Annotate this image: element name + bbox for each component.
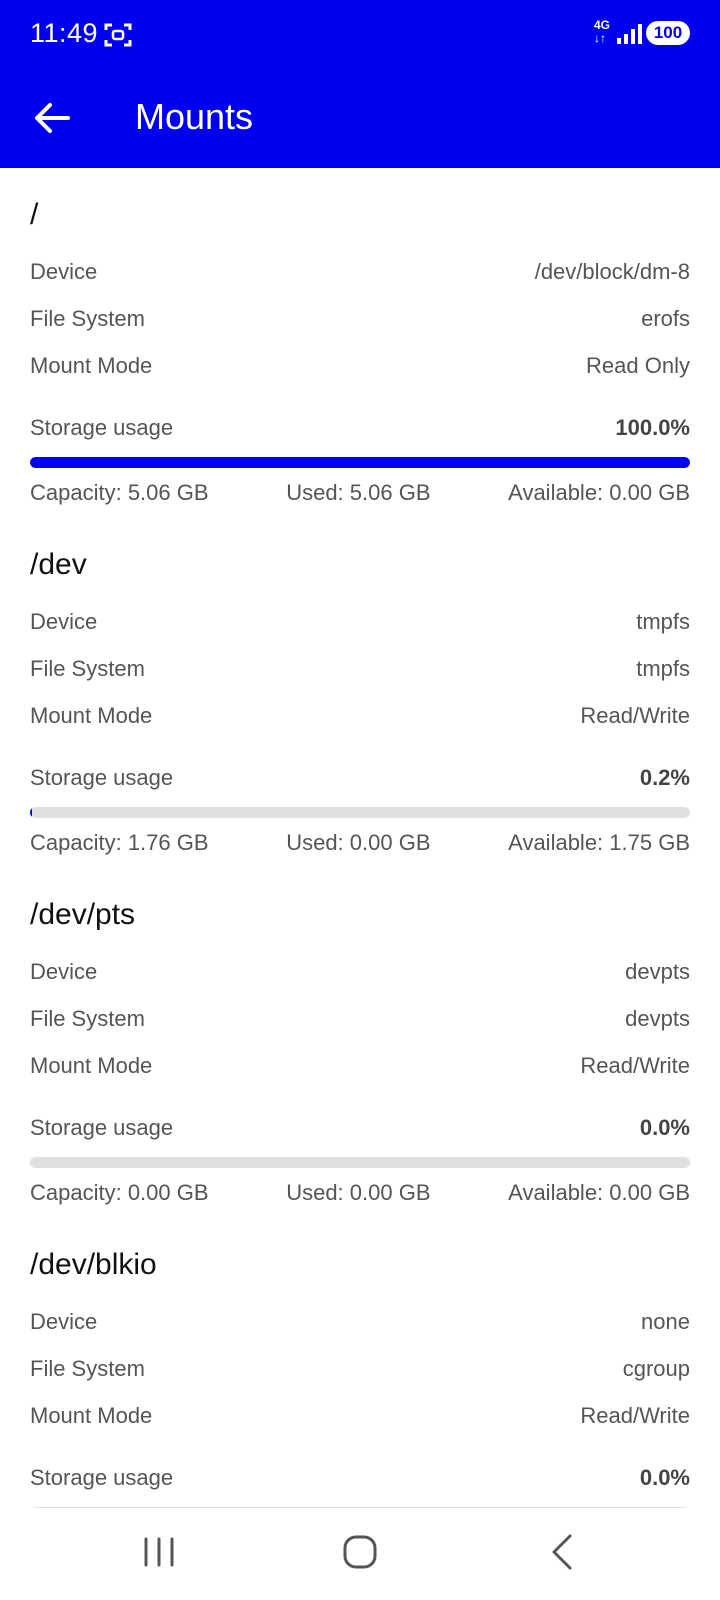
device-row: Device tmpfs: [30, 598, 690, 645]
available-text: Available: 0.00 GB: [508, 480, 690, 505]
mount-mode-label: Mount Mode: [30, 702, 153, 728]
device-row: Device none: [30, 1298, 690, 1345]
mount-mode-label: Mount Mode: [30, 1052, 153, 1078]
device-value: devpts: [625, 958, 690, 984]
file-system-label: File System: [30, 655, 145, 681]
device-label: Device: [30, 608, 98, 634]
toolbar: Mounts: [0, 68, 720, 168]
mount-path: /dev/pts: [30, 898, 136, 931]
file-system-value: tmpfs: [636, 655, 690, 681]
file-system-label: File System: [30, 1005, 145, 1031]
used-text: Used: 0.00 GB: [286, 830, 431, 855]
storage-usage-percent: 0.2%: [639, 765, 690, 790]
device-value: tmpfs: [636, 608, 690, 634]
device-row: Device /dev/block/dm-8: [30, 248, 690, 295]
mount-mode-row: Mount Mode Read/Write: [30, 1392, 690, 1439]
mount-mode-value: Read Only: [586, 352, 690, 378]
capacity-row: Capacity: 0.00 GB Used: 0.00 GB Availabl…: [30, 1168, 690, 1218]
mount-path: /: [30, 198, 39, 231]
network-type: 4G: [594, 18, 611, 32]
used-text: Used: 0.00 GB: [286, 1180, 431, 1205]
file-system-value: devpts: [625, 1005, 690, 1031]
capacity-row: Capacity: 5.06 GB Used: 5.06 GB Availabl…: [30, 468, 690, 518]
storage-usage-row: Storage usage 0.0%: [30, 1105, 690, 1151]
mount-mode-value: Read/Write: [580, 702, 690, 728]
storage-usage-percent: 0.0%: [639, 1465, 690, 1490]
file-system-label: File System: [30, 305, 145, 331]
file-system-row: File System cgroup: [30, 1345, 690, 1392]
storage-usage-bar: [30, 807, 690, 818]
mount-mode-label: Mount Mode: [30, 1402, 153, 1428]
available-text: Available: 0.00 GB: [508, 1180, 690, 1205]
mount-card: /dev/pts Device devpts File System devpt…: [0, 868, 720, 1218]
mount-path: /dev: [30, 548, 87, 581]
storage-usage-bar: [30, 1157, 690, 1168]
battery-indicator: 100: [646, 21, 690, 45]
data-activity-icon: ↓↑: [594, 31, 606, 45]
device-label: Device: [30, 258, 98, 284]
device-value: none: [641, 1308, 690, 1334]
file-system-row: File System devpts: [30, 995, 690, 1042]
status-bar: 11:49 4G ↓↑ 100: [0, 0, 720, 68]
storage-usage-label: Storage usage: [30, 415, 174, 440]
mount-mode-label: Mount Mode: [30, 352, 153, 378]
storage-usage-bar-fill: [30, 457, 690, 468]
device-label: Device: [30, 1308, 98, 1334]
storage-usage-row: Storage usage 0.0%: [30, 1455, 690, 1501]
mount-card: /dev Device tmpfs File System tmpfs Moun…: [0, 518, 720, 868]
screenshot-icon: [104, 23, 132, 47]
recents-icon[interactable]: [142, 1536, 176, 1568]
storage-usage-label: Storage usage: [30, 765, 174, 790]
mount-mode-row: Mount Mode Read/Write: [30, 692, 690, 739]
device-row: Device devpts: [30, 948, 690, 995]
storage-usage-row: Storage usage 100.0%: [30, 405, 690, 451]
storage-usage-percent: 100.0%: [615, 415, 690, 440]
file-system-label: File System: [30, 1355, 145, 1381]
file-system-row: File System erofs: [30, 295, 690, 342]
file-system-row: File System tmpfs: [30, 645, 690, 692]
file-system-value: cgroup: [622, 1355, 690, 1381]
app-header: 11:49 4G ↓↑ 100 Mounts: [0, 0, 720, 168]
back-arrow-icon[interactable]: [28, 94, 76, 142]
mount-card: / Device /dev/block/dm-8 File System ero…: [0, 168, 720, 518]
mount-mode-row: Mount Mode Read/Write: [30, 1042, 690, 1089]
home-icon[interactable]: [342, 1534, 378, 1570]
storage-usage-bar-fill: [30, 807, 32, 818]
capacity-row: Capacity: 1.76 GB Used: 0.00 GB Availabl…: [30, 818, 690, 868]
storage-usage-label: Storage usage: [30, 1115, 174, 1140]
mount-mode-value: Read/Write: [580, 1402, 690, 1428]
available-text: Available: 1.75 GB: [508, 830, 690, 855]
mount-mode-value: Read/Write: [580, 1052, 690, 1078]
mount-mode-row: Mount Mode Read Only: [30, 342, 690, 389]
page-title: Mounts: [135, 96, 254, 137]
file-system-value: erofs: [641, 305, 690, 331]
status-time: 11:49: [30, 18, 99, 48]
mounts-list[interactable]: / Device /dev/block/dm-8 File System ero…: [0, 168, 720, 1508]
mount-path: /dev/blkio: [30, 1248, 157, 1281]
signal-icon: [617, 24, 642, 44]
mount-card: /dev/blkio Device none File System cgrou…: [0, 1218, 720, 1508]
capacity-text: Capacity: 0.00 GB: [30, 1180, 209, 1205]
device-value: /dev/block/dm-8: [534, 258, 690, 284]
device-label: Device: [30, 958, 98, 984]
capacity-text: Capacity: 1.76 GB: [30, 830, 209, 855]
storage-usage-bar: [30, 457, 690, 468]
storage-usage-row: Storage usage 0.2%: [30, 755, 690, 801]
storage-usage-label: Storage usage: [30, 1465, 174, 1490]
storage-usage-percent: 0.0%: [639, 1115, 690, 1140]
capacity-text: Capacity: 5.06 GB: [30, 480, 209, 505]
used-text: Used: 5.06 GB: [286, 480, 431, 505]
navigation-bar: [0, 1508, 720, 1600]
nav-back-icon[interactable]: [548, 1532, 576, 1572]
